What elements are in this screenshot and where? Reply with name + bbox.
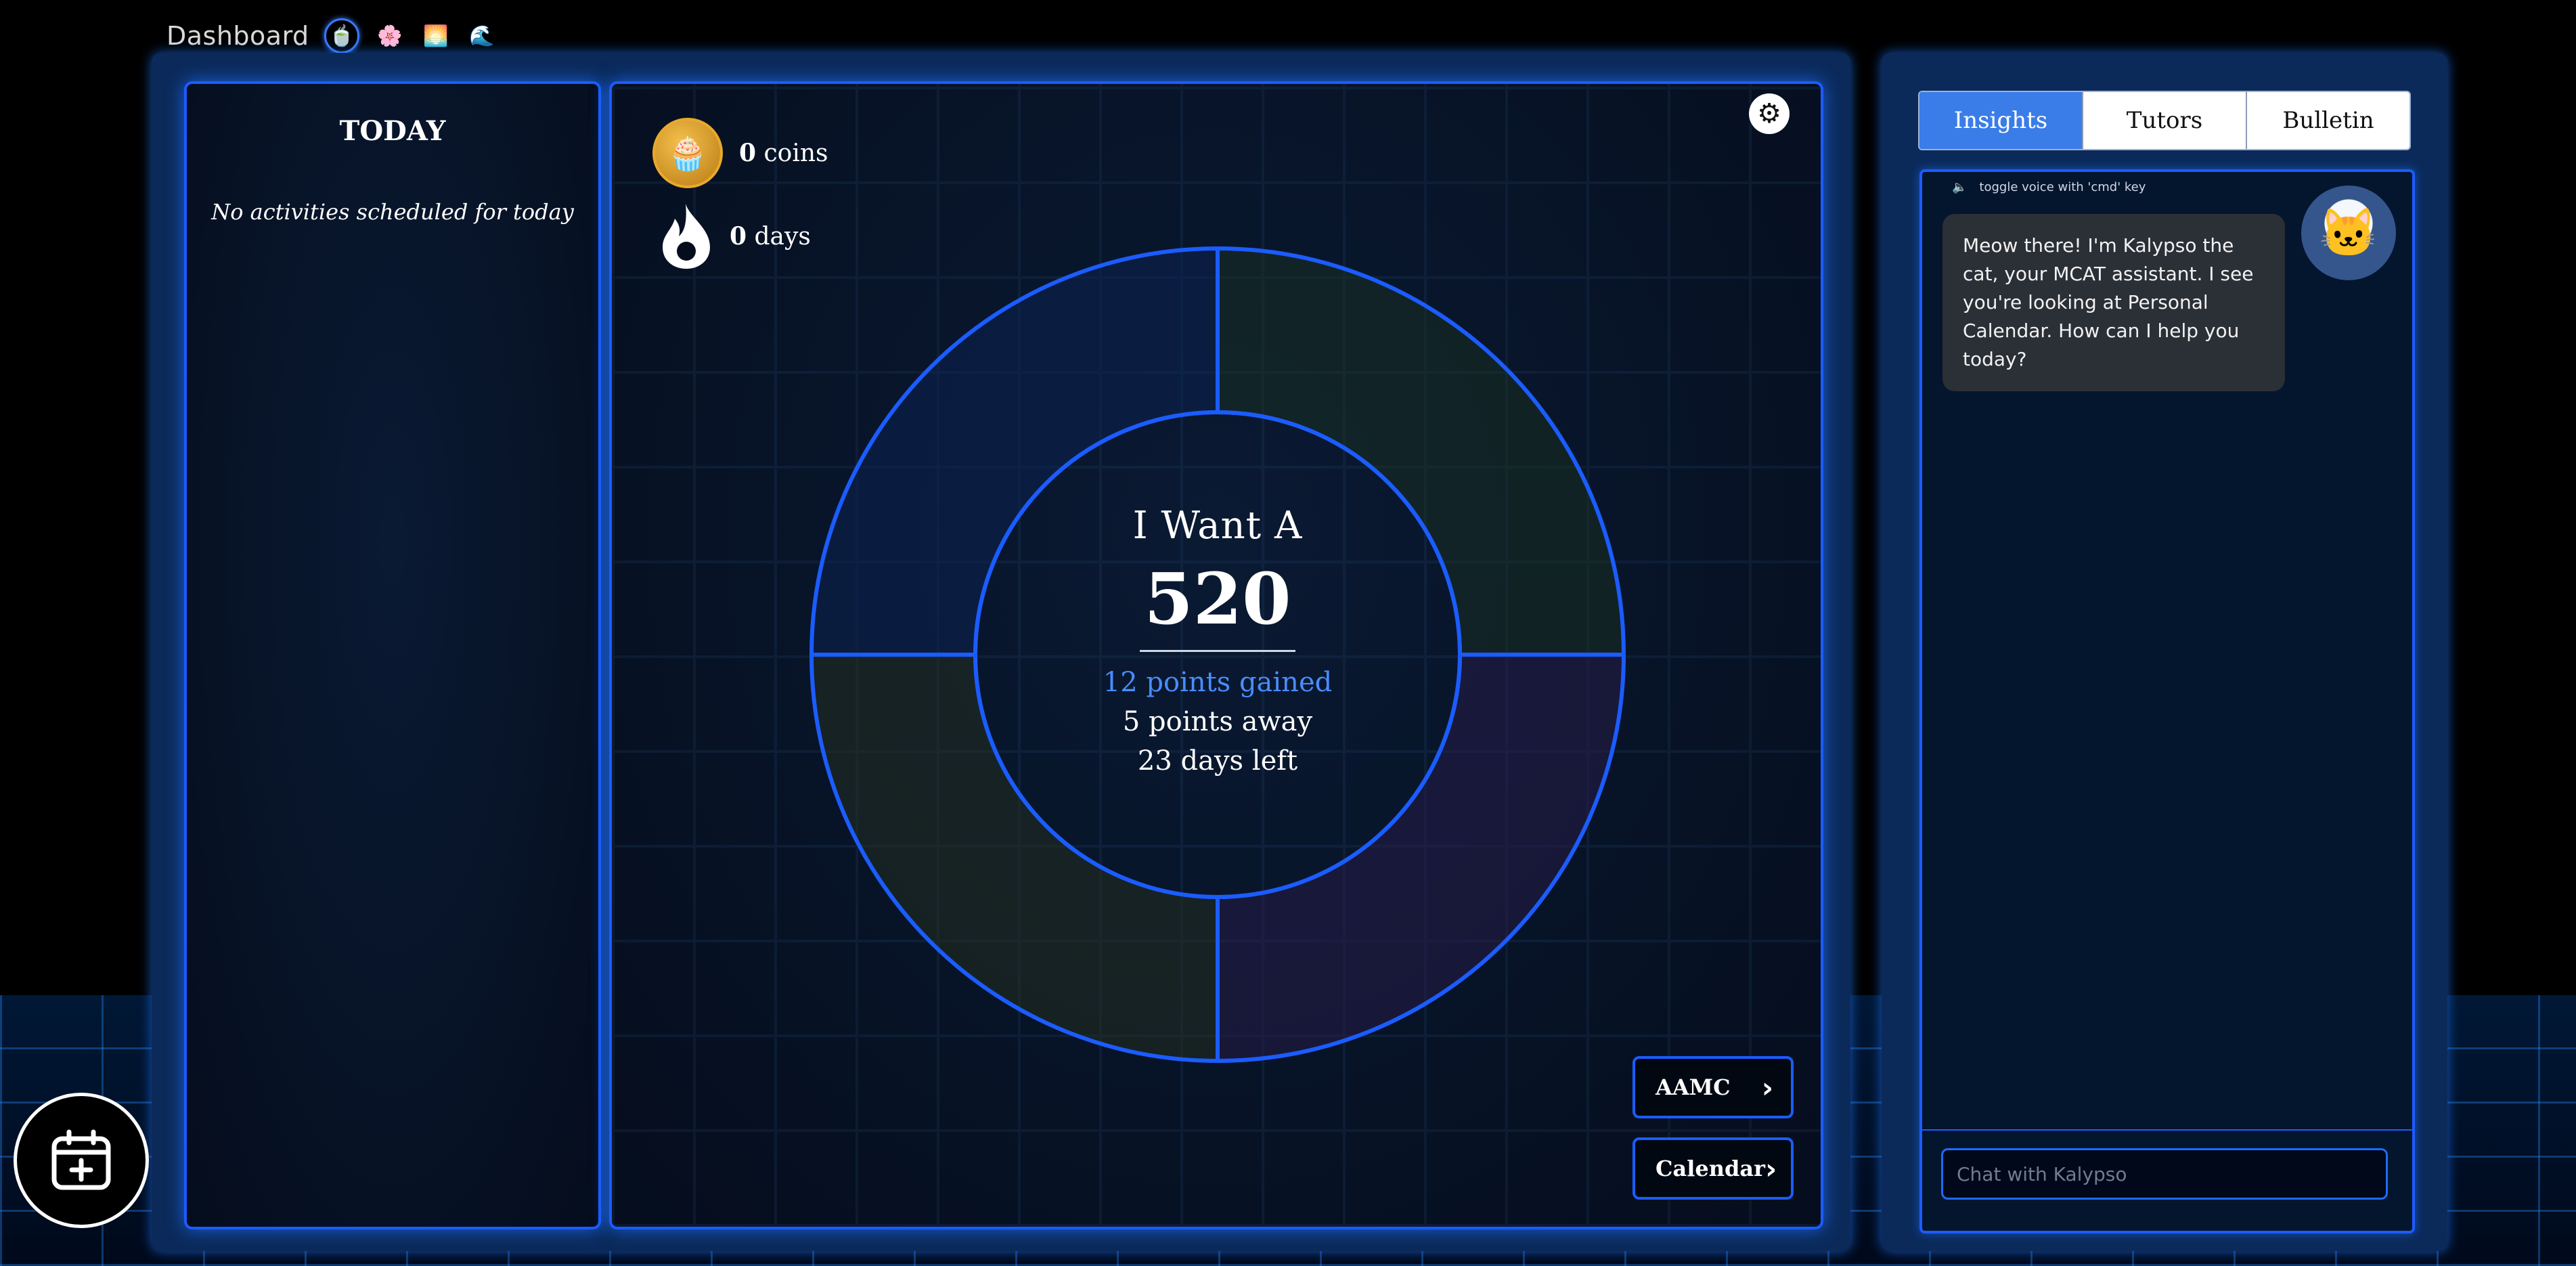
assistant-message: Meow there! I'm Kalypso the cat, your MC… [1942,214,2285,391]
aamc-button-label: AAMC [1656,1074,1731,1100]
streak-count: 0 [730,222,747,250]
coin-icon: 🧁 [652,118,723,188]
cyber-theme-icon[interactable]: 🍵 [324,18,359,53]
sunset-theme-icon[interactable]: 🌅 [420,20,451,51]
points-gained: 12 points gained [1103,667,1333,698]
days-left: 23 days left [1137,745,1298,777]
flame-icon [659,199,713,274]
points-away: 5 points away [1122,706,1313,737]
settings-gear-icon[interactable]: ⚙ [1749,93,1790,134]
aamc-button[interactable]: AAMC › [1633,1056,1794,1118]
tab-insights[interactable]: Insights [1919,92,2083,149]
coins-label: coins [763,139,828,167]
sidebar-tabs: Insights Tutors Bulletin [1918,91,2411,150]
coins-count: 0 [739,139,757,167]
coins-stat: 🧁 0 coins [652,118,828,188]
top-bar: Dashboard 🍵 🌸 🌅 🌊 [166,18,497,54]
streak-stat: 0 days [659,199,811,274]
ocean-theme-icon[interactable]: 🌊 [466,20,497,51]
sakura-theme-icon[interactable]: 🌸 [374,20,405,51]
chat-input[interactable] [1941,1148,2388,1200]
progress-card: 🧁 0 coins 0 days ⚙ I Want A 520 12 point… [609,81,1823,1229]
goal-score[interactable]: 520 [1028,557,1407,640]
mute-speaker-icon[interactable]: 🔈 [1952,180,1967,194]
today-card: TODAY No activities scheduled for today [184,81,601,1229]
voice-hint: 🔈 toggle voice with 'cmd' key [1952,180,2146,194]
app-title: Dashboard [166,21,309,51]
tab-tutors[interactable]: Tutors [2083,92,2247,149]
add-calendar-event-button[interactable] [14,1093,149,1228]
chat-panel: 🔈 toggle voice with 'cmd' key Meow there… [1919,169,2415,1234]
chevron-right-icon: › [1761,1070,1773,1104]
goal-summary: I Want A 520 12 points gained 5 points a… [1028,504,1407,777]
today-empty-message: No activities scheduled for today [211,199,574,225]
chevron-right-icon: › [1764,1152,1777,1185]
goal-label: I Want A [1132,504,1303,548]
voice-hint-text: toggle voice with 'cmd' key [1979,180,2146,194]
calendar-button-label: Calendar [1656,1156,1765,1181]
tab-bulletin[interactable]: Bulletin [2247,92,2410,149]
today-heading: TODAY [339,115,446,147]
goal-divider [1140,650,1295,652]
streak-label: days [754,223,811,250]
calendar-button[interactable]: Calendar › [1633,1137,1794,1200]
chat-input-area [1922,1129,2412,1231]
calendar-plus-icon [51,1129,111,1190]
kalypso-avatar: 🐱 [2301,185,2396,280]
